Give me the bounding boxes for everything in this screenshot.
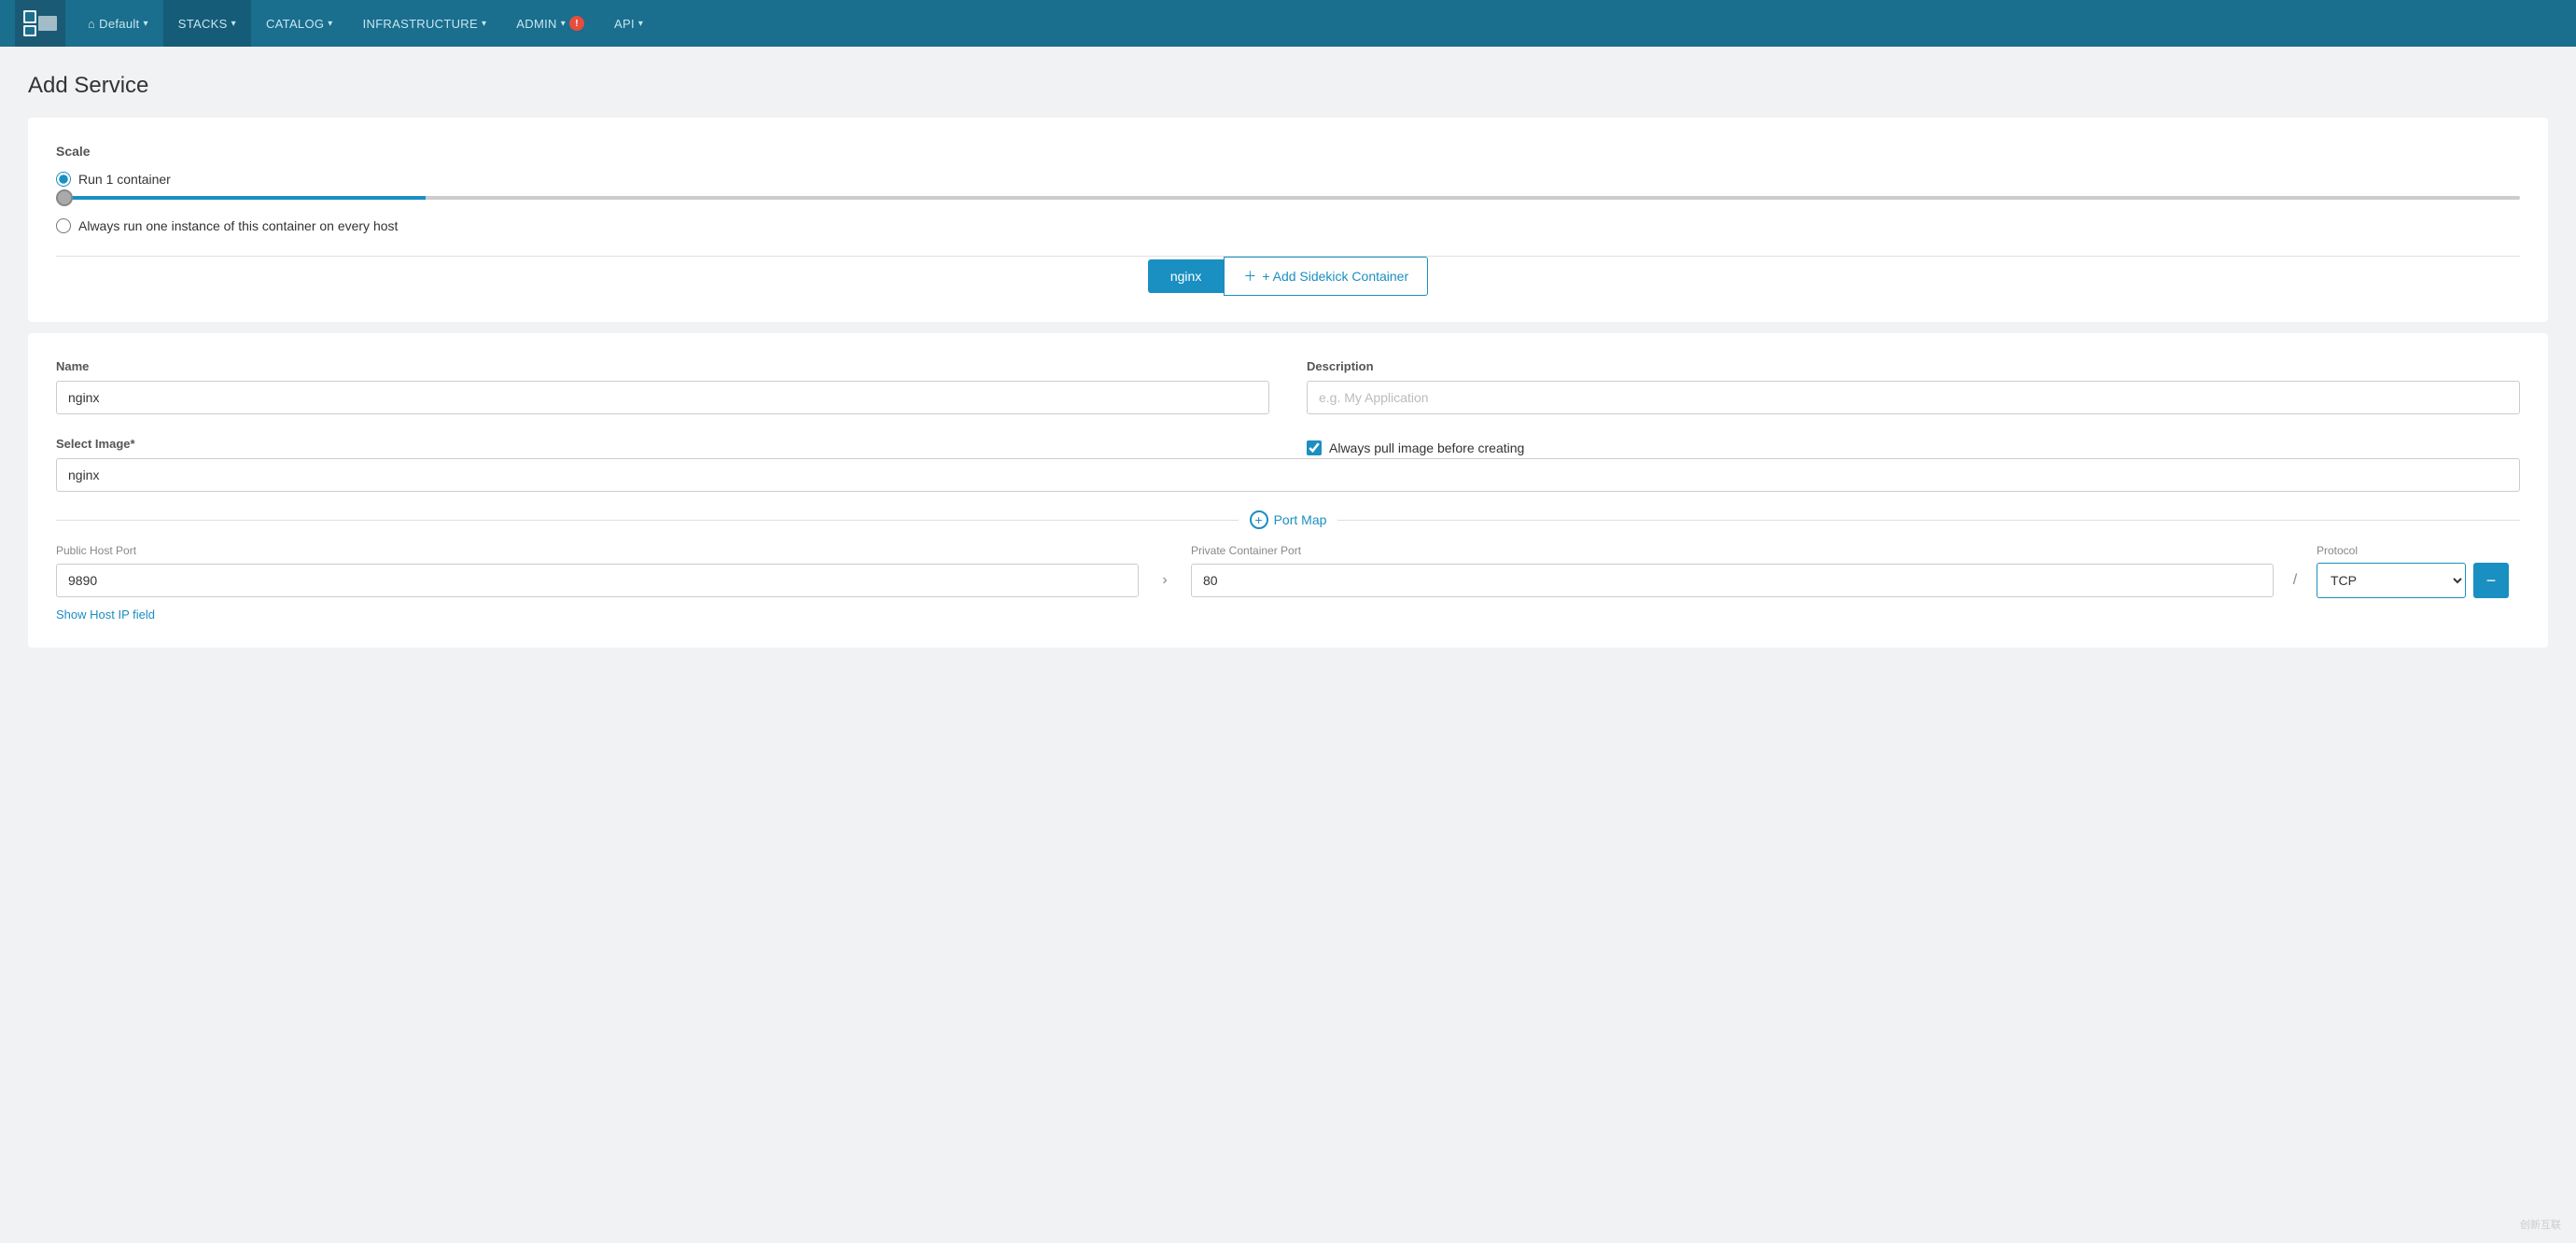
scale-option-2-row: Always run one instance of this containe… [56,218,2520,233]
scale-run-1-radio[interactable] [56,172,71,187]
scale-slider[interactable] [56,196,2520,200]
remove-port-button[interactable]: − [2473,563,2509,598]
nav-admin[interactable]: ADMIN ▾ ! [501,0,599,47]
arrow-icon: › [1146,572,1183,589]
plus-circle-icon: + [1250,510,1268,529]
scale-always-label: Always run one instance of this containe… [78,218,398,233]
home-caret: ▾ [143,19,147,29]
nav-logo[interactable] [15,0,65,47]
tab-add-sidekick[interactable]: ＋ + Add Sidekick Container [1224,257,1428,296]
private-container-port-input[interactable] [1191,564,2274,597]
select-image-input-row [56,458,2520,492]
select-image-input[interactable] [56,458,2520,492]
name-field: Name [56,359,1269,414]
form-card: Name Description Select Image* Always pu… [28,333,2548,648]
stacks-caret: ▾ [231,19,236,29]
tabs-row: nginx ＋ + Add Sidekick Container [56,256,2520,296]
name-label: Name [56,359,1269,373]
nav-home[interactable]: ⌂ Default ▾ [73,0,163,47]
always-pull-row: Always pull image before creating [1307,437,2520,458]
protocol-select[interactable]: TCP UDP [2317,563,2466,598]
nav-stacks[interactable]: STACKS ▾ [163,0,251,47]
select-image-field: Select Image* [56,437,1269,458]
description-field: Description [1307,359,2520,414]
nav-catalog[interactable]: CATALOG ▾ [251,0,348,47]
add-port-map-button[interactable]: + Port Map [1239,510,1338,529]
page-title: Add Service [28,73,2548,99]
nav-api[interactable]: API ▾ [599,0,658,47]
always-pull-label: Always pull image before creating [1329,440,1524,455]
scale-always-radio[interactable] [56,218,71,233]
name-description-row: Name Description [56,359,2520,414]
port-map-headers: Public Host Port Private Container Port … [56,544,2520,557]
scale-card: Scale Run 1 container Always run one ins… [28,118,2548,322]
home-icon: ⌂ [88,17,95,31]
description-input[interactable] [1307,381,2520,414]
admin-badge: ! [569,16,584,31]
show-host-ip-link[interactable]: Show Host IP field [56,608,155,622]
description-label: Description [1307,359,2520,373]
admin-caret: ▾ [561,19,566,29]
protocol-header: Protocol [2317,544,2466,557]
plus-icon: ＋ [1243,267,1256,286]
port-map-row: › / TCP UDP − [56,563,2520,598]
select-image-label: Select Image* [56,437,1269,451]
public-host-port-input[interactable] [56,564,1139,597]
slash-divider: / [2281,572,2309,589]
public-host-port-header: Public Host Port [56,544,1139,557]
navbar: ⌂ Default ▾ STACKS ▾ CATALOG ▾ INFRASTRU… [0,0,2576,47]
name-input[interactable] [56,381,1269,414]
private-container-port-header: Private Container Port [1191,544,2274,557]
port-map-divider: + Port Map [56,510,2520,529]
infrastructure-caret: ▾ [482,19,486,29]
scale-option-1-row: Run 1 container [56,172,2520,187]
nav-infrastructure[interactable]: INFRASTRUCTURE ▾ [348,0,502,47]
scale-slider-row [56,196,2520,200]
image-section: Select Image* Always pull image before c… [56,437,2520,458]
scale-label: Scale [56,144,2520,159]
watermark: 创新互联 [2520,1217,2561,1232]
catalog-caret: ▾ [328,19,332,29]
scale-run-1-label: Run 1 container [78,172,171,187]
api-caret: ▾ [638,19,643,29]
tab-nginx[interactable]: nginx [1148,259,1224,293]
always-pull-checkbox[interactable] [1307,440,1322,455]
